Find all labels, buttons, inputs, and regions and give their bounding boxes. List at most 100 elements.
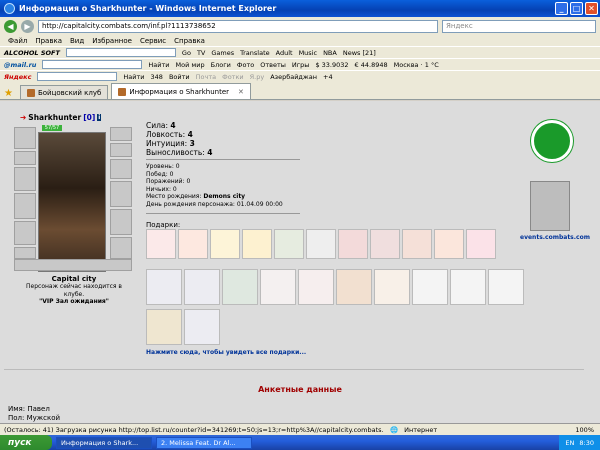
menu-edit[interactable]: Правка xyxy=(35,37,62,45)
gift-item-icon[interactable] xyxy=(336,269,372,305)
menu-tools[interactable]: Сервис xyxy=(140,37,166,45)
gift-item-icon[interactable] xyxy=(488,269,524,305)
amulet-slot-icon[interactable] xyxy=(110,143,132,157)
eur-rate: € 44.8948 xyxy=(354,60,388,69)
games-button[interactable]: Games xyxy=(211,49,234,57)
gift-item-icon[interactable] xyxy=(178,229,208,259)
gift-item-icon[interactable] xyxy=(184,269,220,305)
answers-button[interactable]: Ответы xyxy=(260,61,286,69)
events-banner-icon[interactable] xyxy=(530,181,570,231)
tab-combats-club[interactable]: Бойцовский клуб xyxy=(19,85,109,99)
search-input[interactable]: Яндекс xyxy=(442,19,596,33)
gift-item-icon[interactable] xyxy=(370,229,400,259)
back-button[interactable]: ◀ xyxy=(4,19,17,33)
gift-item-icon[interactable] xyxy=(210,229,240,259)
translate-button[interactable]: Translate xyxy=(240,49,270,57)
zoom-level[interactable]: 100% xyxy=(575,426,594,434)
menu-file[interactable]: Файл xyxy=(8,37,27,45)
sex-label: Пол: xyxy=(8,414,25,422)
character-header: ➔ Sharkhunter [0] i xyxy=(20,113,102,122)
ring-slot-icon[interactable] xyxy=(14,247,36,259)
tab-sharkhunter-info[interactable]: Информация о Sharkhunter ✕ xyxy=(111,83,251,99)
mailru-find-button[interactable]: Найти xyxy=(148,61,169,69)
mailru-search-input[interactable] xyxy=(42,60,143,69)
yandex-find-button[interactable]: Найти xyxy=(123,73,144,81)
minimize-button[interactable]: _ xyxy=(555,2,568,15)
tv-button[interactable]: TV xyxy=(197,49,205,57)
events-link[interactable]: events.combats.com xyxy=(520,234,590,241)
gift-item-icon[interactable] xyxy=(146,269,182,305)
taskbar-item-ie[interactable]: Информация о Shark... xyxy=(56,436,152,449)
draws-value: 0 xyxy=(172,185,177,193)
start-button[interactable]: пуск xyxy=(0,435,52,450)
photos-button[interactable]: Фотки xyxy=(222,73,244,81)
menu-view[interactable]: Вид xyxy=(70,37,84,45)
yandex-logo: Яндекс xyxy=(4,72,32,81)
news-button[interactable]: News [21] xyxy=(343,49,376,57)
gift-item-icon[interactable] xyxy=(260,269,296,305)
gift-item-icon[interactable] xyxy=(306,229,336,259)
go-button[interactable]: Go xyxy=(182,49,191,57)
gift-item-icon[interactable] xyxy=(298,269,334,305)
alcohol-search-input[interactable] xyxy=(65,48,176,57)
gift-item-icon[interactable] xyxy=(412,269,448,305)
close-tab-icon[interactable]: ✕ xyxy=(238,88,244,96)
favorites-star-icon[interactable]: ★ xyxy=(4,88,13,99)
tab-label: Информация о Sharkhunter xyxy=(129,87,230,96)
games2-button[interactable]: Игры xyxy=(292,61,310,69)
gift-item-icon[interactable] xyxy=(402,229,432,259)
wins-label: Побед: xyxy=(146,170,168,178)
photo-button[interactable]: Фото xyxy=(237,61,254,69)
gift-item-icon[interactable] xyxy=(146,309,182,345)
adult-button[interactable]: Adult xyxy=(276,49,293,57)
menu-help[interactable]: Справка xyxy=(174,37,205,45)
gift-item-icon[interactable] xyxy=(374,269,410,305)
blogs-button[interactable]: Блоги xyxy=(211,61,231,69)
music-button[interactable]: Music xyxy=(299,49,318,57)
gift-item-icon[interactable] xyxy=(338,229,368,259)
armor-slot-icon[interactable] xyxy=(14,167,36,191)
weapon-slot-icon[interactable] xyxy=(14,193,36,219)
gift-item-icon[interactable] xyxy=(242,229,272,259)
city-name: Capital city xyxy=(51,275,97,283)
info-icon[interactable]: i xyxy=(97,114,102,121)
bracer-slot-icon[interactable] xyxy=(14,151,36,165)
shield-slot-icon[interactable] xyxy=(110,209,132,235)
nba-button[interactable]: NBA xyxy=(323,49,337,57)
close-button[interactable]: ✕ xyxy=(585,2,598,15)
birthplace-label: Место рождения: xyxy=(146,193,202,200)
gift-item-icon[interactable] xyxy=(434,229,464,259)
clan-badge-icon[interactable] xyxy=(531,120,573,162)
taskbar-item-media[interactable]: 2. Melissa Feat. Dr Al... xyxy=(156,436,252,449)
earring-slot-icon[interactable] xyxy=(110,127,132,141)
maximize-button[interactable]: □ xyxy=(570,2,583,15)
gloves-slot-icon[interactable] xyxy=(110,181,132,207)
gift-item-icon[interactable] xyxy=(222,269,258,305)
helmet-slot-icon[interactable] xyxy=(14,127,36,149)
menu-favorites[interactable]: Избранное xyxy=(92,37,132,45)
ya-ru-button[interactable]: Я.ру xyxy=(250,73,265,81)
gifts-row-1 xyxy=(146,229,496,259)
url-input[interactable]: http://capitalcity.combats.com/inf.pl?11… xyxy=(38,19,438,33)
profile-sex: Пол: Мужской xyxy=(8,414,60,422)
level-label: Уровень: xyxy=(146,163,174,170)
gift-item-icon[interactable] xyxy=(274,229,304,259)
boots-slot-icon[interactable] xyxy=(110,237,132,259)
yandex-search-input[interactable] xyxy=(37,72,118,81)
mail-button[interactable]: Почта xyxy=(196,73,216,81)
ring-row-icon xyxy=(14,259,132,271)
gift-item-icon[interactable] xyxy=(146,229,176,259)
belt-slot-icon[interactable] xyxy=(14,221,36,245)
language-indicator[interactable]: EN xyxy=(565,439,574,447)
url-text: http://capitalcity.combats.com/inf.pl?11… xyxy=(42,22,216,30)
gift-item-icon[interactable] xyxy=(466,229,496,259)
forward-button[interactable]: ▶ xyxy=(21,19,34,33)
gift-item-icon[interactable] xyxy=(184,309,220,345)
ring2-slot-icon[interactable] xyxy=(110,159,132,179)
moi-mir-button[interactable]: Мой мир xyxy=(176,61,205,69)
login-button[interactable]: Войти xyxy=(169,73,190,81)
losses-label: Поражений: xyxy=(146,178,185,185)
mailru-logo: @mail.ru xyxy=(4,60,37,69)
see-all-gifts-link[interactable]: Нажмите сюда, чтобы увидеть все подарки.… xyxy=(146,349,306,356)
gift-item-icon[interactable] xyxy=(450,269,486,305)
